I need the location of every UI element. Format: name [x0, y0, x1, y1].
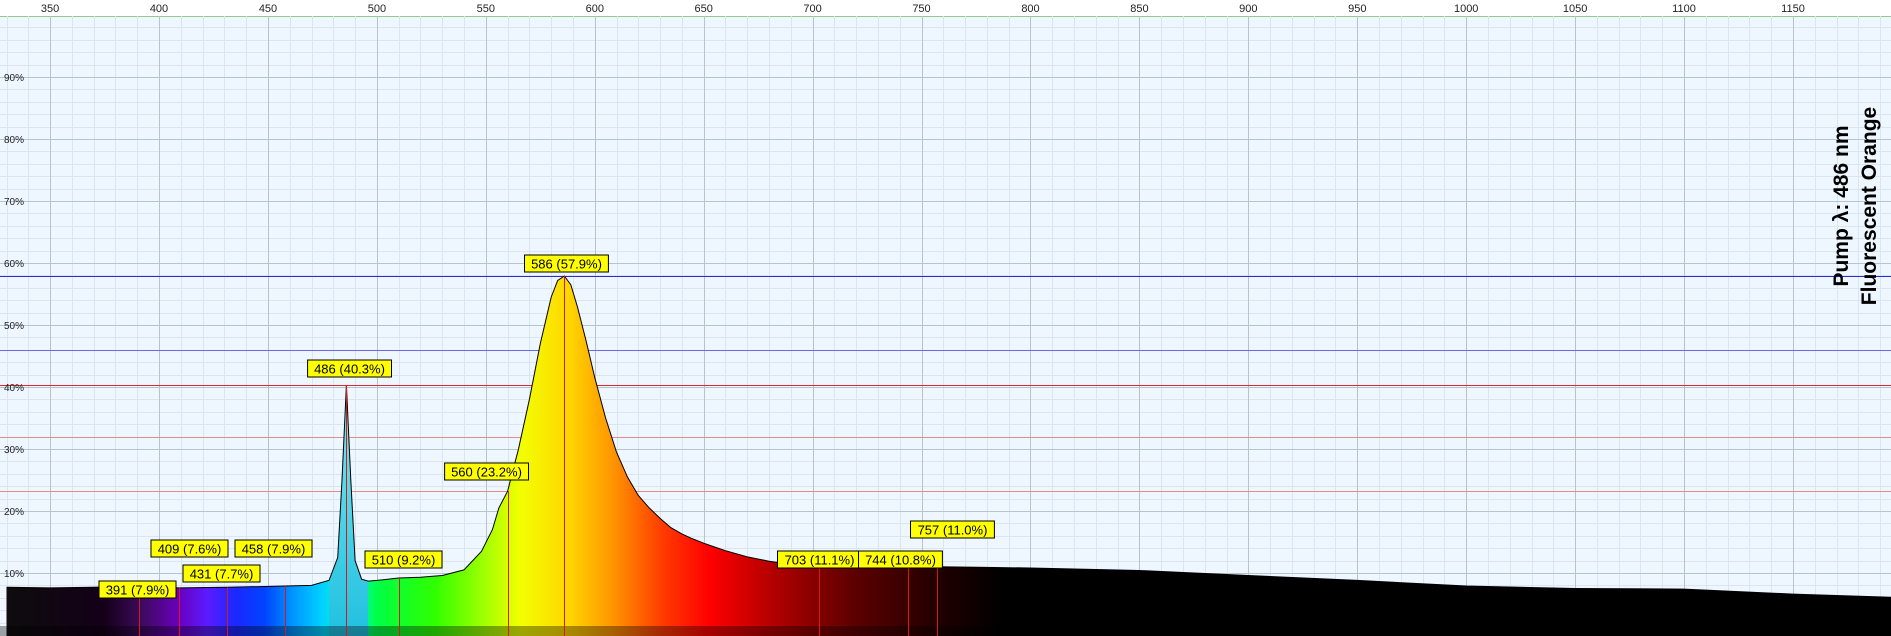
x-tick-label: 950: [1348, 3, 1366, 15]
x-tick-label: 1000: [1454, 3, 1478, 15]
x-tick-label: 1100: [1672, 3, 1696, 15]
y-tick-label: 10%: [4, 569, 24, 580]
chart-subtitle: Pump λ: 486 nm: [1830, 125, 1853, 286]
baseline-noise: [0, 626, 1891, 636]
peak-label: 486 (40.3%): [314, 362, 385, 377]
y-tick-label: 80%: [4, 135, 24, 146]
peak-label: 458 (7.9%): [242, 542, 306, 557]
peak-label: 431 (7.7%): [190, 567, 254, 582]
x-tick-label: 650: [695, 3, 713, 15]
x-tick-label: 600: [586, 3, 604, 15]
x-tick-label: 500: [368, 3, 386, 15]
peak-label: 409 (7.6%): [158, 542, 222, 557]
peak-label: 757 (11.0%): [918, 523, 988, 538]
spectrum-chart: 391 (7.9%) 409 (7.6%) 431 (7.7%) 458 (7.9%)…: [0, 0, 1891, 636]
y-tick-label: 30%: [4, 445, 24, 456]
x-tick-label: 1050: [1563, 3, 1587, 15]
peak-label: 703 (11.1%): [785, 553, 855, 568]
x-tick-label: 700: [803, 3, 821, 15]
x-tick-label: 850: [1130, 3, 1148, 15]
y-tick-label: 90%: [4, 73, 24, 84]
x-tick-label: 400: [150, 3, 168, 15]
peak-label: 744 (10.8%): [865, 553, 936, 568]
x-tick-label: 450: [259, 3, 277, 15]
x-tick-label: 350: [41, 3, 59, 15]
peak-label: 510 (9.2%): [372, 553, 436, 568]
peak-label: 586 (57.9%): [531, 257, 602, 272]
peak-label: 391 (7.9%): [106, 583, 170, 598]
x-tick-label: 800: [1021, 3, 1039, 15]
x-tick-label: 750: [912, 3, 930, 15]
y-tick-label: 20%: [4, 507, 24, 518]
baseline-shadow: [0, 626, 1891, 636]
chart-title: Fluorescent Orange: [1858, 107, 1881, 305]
y-tick-label: 70%: [4, 197, 24, 208]
y-tick-label: 50%: [4, 321, 24, 332]
x-tick-label: 1150: [1781, 3, 1805, 15]
x-tick-label: 900: [1239, 3, 1257, 15]
y-tick-label: 60%: [4, 259, 24, 270]
y-tick-label: 40%: [4, 383, 24, 394]
peak-label: 560 (23.2%): [451, 465, 522, 480]
x-tick-label: 550: [477, 3, 495, 15]
